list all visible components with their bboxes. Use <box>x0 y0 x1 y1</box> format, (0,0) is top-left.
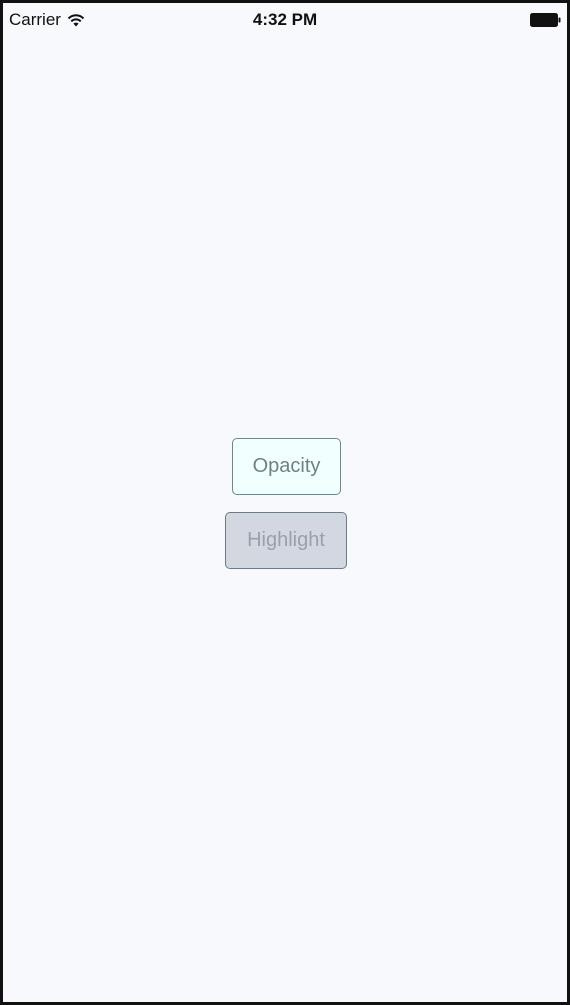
opacity-button-label: Opacity <box>252 455 321 477</box>
phone-screen: Carrier 4:32 PM Opacity Highlight <box>0 0 570 1005</box>
highlight-button[interactable]: Highlight <box>225 512 347 569</box>
opacity-button[interactable]: Opacity <box>232 438 341 495</box>
highlight-button-label: Highlight <box>247 529 325 551</box>
main-content: Opacity Highlight <box>3 3 567 1002</box>
